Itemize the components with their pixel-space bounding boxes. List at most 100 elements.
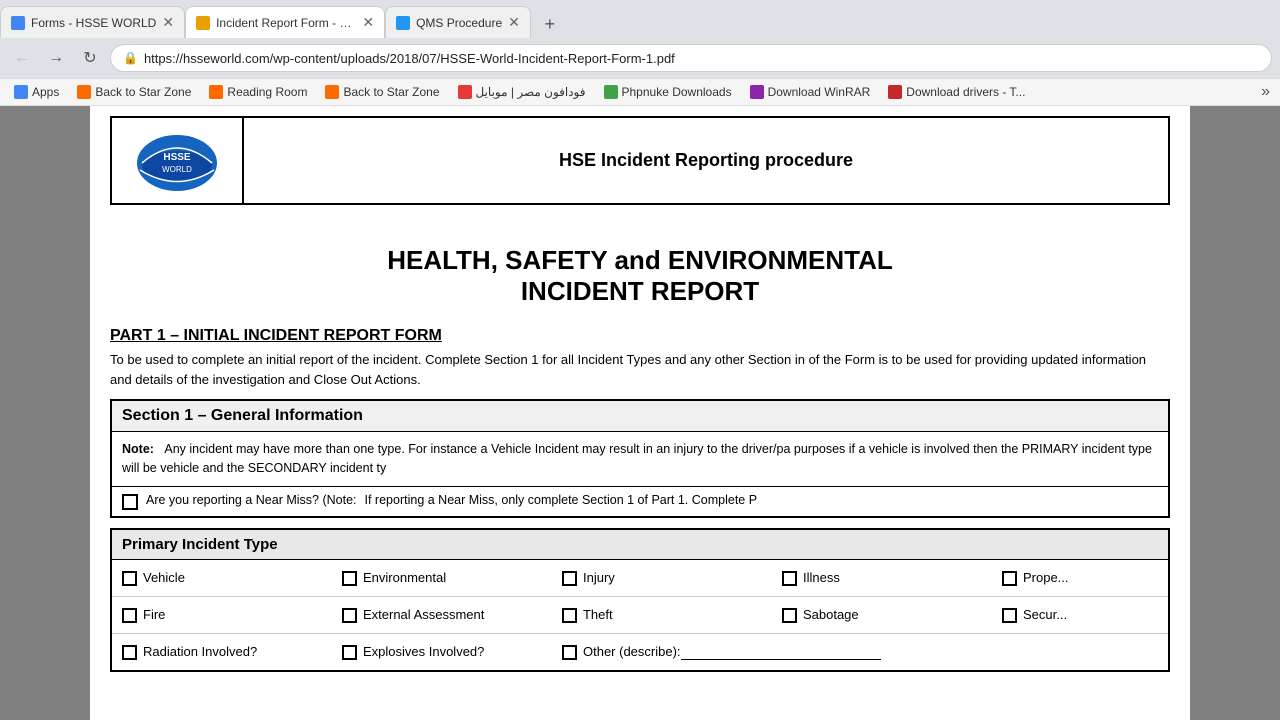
bookmark-favicon-winrar	[750, 85, 764, 99]
near-miss-row: Are you reporting a Near Miss? (Note: If…	[112, 486, 1168, 516]
vehicle-checkbox[interactable]	[122, 571, 137, 586]
tab-close-1[interactable]: ✕	[162, 14, 174, 31]
other-describe-field	[681, 644, 881, 660]
external-checkbox[interactable]	[342, 608, 357, 623]
back-button[interactable]: ←	[8, 44, 36, 72]
incident-cell-illness: Illness	[772, 566, 992, 590]
part1-label: PART 1	[110, 327, 166, 344]
pdf-header: HSSE WORLD HSE Incident Reporting proced…	[110, 116, 1170, 205]
prope-checkbox[interactable]	[1002, 571, 1017, 586]
svg-text:HSSE: HSSE	[163, 152, 191, 163]
bookmark-vodafone[interactable]: فودافون مصر | موبايل	[450, 81, 594, 103]
explosives-checkbox[interactable]	[342, 645, 357, 660]
bookmark-label-vodafone: فودافون مصر | موبايل	[476, 85, 586, 99]
tab-label-2: Incident Report Form - HSSE W...	[216, 16, 356, 30]
illness-checkbox[interactable]	[782, 571, 797, 586]
tab-bar: Forms - HSSE WORLD ✕ Incident Report For…	[0, 0, 1280, 38]
environmental-label: Environmental	[363, 570, 446, 585]
section1-content: Note: Any incident may have more than on…	[112, 432, 1168, 486]
explosives-label: Explosives Involved?	[363, 644, 484, 659]
pdf-logo: HSSE WORLD	[112, 118, 244, 203]
tab-favicon-3	[396, 16, 410, 30]
radiation-checkbox[interactable]	[122, 645, 137, 660]
incident-cell-secur: Secur...	[992, 603, 1168, 627]
incident-cell-radiation: Radiation Involved?	[112, 640, 332, 664]
theft-label: Theft	[583, 607, 613, 622]
incident-type-grid-2: Fire External Assessment Theft Sabotage	[112, 596, 1168, 633]
incident-type-box: Primary Incident Type Vehicle Environmen…	[110, 528, 1170, 672]
bookmark-label-reading: Reading Room	[227, 85, 307, 99]
url-bar[interactable]: 🔒 https://hsseworld.com/wp-content/uploa…	[110, 44, 1272, 72]
bookmarks-bar: Apps Back to Star Zone Reading Room Back…	[0, 78, 1280, 106]
forward-button[interactable]: →	[42, 44, 70, 72]
incident-cell-vehicle: Vehicle	[112, 566, 332, 590]
part1-heading: PART 1 – INITIAL INCIDENT REPORT FORM	[110, 327, 1170, 345]
tab-favicon-2	[196, 16, 210, 30]
bookmark-label-star2: Back to Star Zone	[343, 85, 439, 99]
section1-header: Section 1 – General Information	[112, 401, 1168, 432]
sabotage-checkbox[interactable]	[782, 608, 797, 623]
tab-close-3[interactable]: ✕	[508, 14, 520, 31]
bookmark-favicon-star2	[325, 85, 339, 99]
radiation-label: Radiation Involved?	[143, 644, 257, 659]
tab-label-1: Forms - HSSE WORLD	[31, 16, 156, 30]
bookmark-favicon-vodafone	[458, 85, 472, 99]
tab-incident[interactable]: Incident Report Form - HSSE W... ✕	[185, 6, 385, 38]
environmental-checkbox[interactable]	[342, 571, 357, 586]
fire-checkbox[interactable]	[122, 608, 137, 623]
bookmark-star1[interactable]: Back to Star Zone	[69, 81, 199, 103]
pdf-document: HSSE WORLD HSE Incident Reporting proced…	[90, 106, 1190, 720]
tab-label-3: QMS Procedure	[416, 16, 502, 30]
part1-description: To be used to complete an initial report…	[110, 350, 1170, 389]
incident-type-grid-3: Radiation Involved? Explosives Involved?…	[112, 633, 1168, 670]
theft-checkbox[interactable]	[562, 608, 577, 623]
other-checkbox[interactable]	[562, 645, 577, 660]
incident-cell-environmental: Environmental	[332, 566, 552, 590]
bookmark-label-star1: Back to Star Zone	[95, 85, 191, 99]
pdf-main-title: HEALTH, SAFETY and ENVIRONMENTAL INCIDEN…	[90, 215, 1190, 317]
near-miss-label: Are you reporting a Near Miss? (Note:	[146, 493, 357, 507]
pdf-body: PART 1 – INITIAL INCIDENT REPORT FORM To…	[90, 327, 1190, 672]
address-bar: ← → ↻ 🔒 https://hsseworld.com/wp-content…	[0, 38, 1280, 78]
tab-qms[interactable]: QMS Procedure ✕	[385, 6, 531, 38]
fire-label: Fire	[143, 607, 165, 622]
tab-forms[interactable]: Forms - HSSE WORLD ✕	[0, 6, 185, 38]
bookmarks-more-button[interactable]: »	[1257, 83, 1274, 101]
main-title-line1: HEALTH, SAFETY and ENVIRONMENTAL	[110, 245, 1170, 276]
secur-checkbox[interactable]	[1002, 608, 1017, 623]
note-label: Note:	[122, 442, 154, 456]
new-tab-button[interactable]: +	[535, 10, 565, 38]
bookmark-label-drivers: Download drivers - T...	[906, 85, 1025, 99]
bookmark-label-apps: Apps	[32, 85, 59, 99]
bookmark-apps[interactable]: Apps	[6, 81, 67, 103]
main-title-line2: INCIDENT REPORT	[110, 276, 1170, 307]
illness-label: Illness	[803, 570, 840, 585]
incident-type-header: Primary Incident Type	[112, 530, 1168, 560]
bookmark-winrar[interactable]: Download WinRAR	[742, 81, 879, 103]
prope-label: Prope...	[1023, 570, 1069, 585]
incident-cell-sabotage: Sabotage	[772, 603, 992, 627]
sabotage-label: Sabotage	[803, 607, 859, 622]
incident-cell-external: External Assessment	[332, 603, 552, 627]
incident-type-grid-1: Vehicle Environmental Injury Illness	[112, 560, 1168, 596]
other-label: Other (describe):	[583, 644, 881, 660]
bookmark-favicon-drivers	[888, 85, 902, 99]
near-miss-checkbox[interactable]	[122, 494, 138, 510]
section1-note: Note: Any incident may have more than on…	[122, 440, 1158, 478]
hsse-logo-image: HSSE WORLD	[132, 128, 222, 193]
bookmark-reading[interactable]: Reading Room	[201, 81, 315, 103]
bookmark-favicon-star1	[77, 85, 91, 99]
tab-close-2[interactable]: ✕	[362, 14, 374, 31]
external-label: External Assessment	[363, 607, 484, 622]
part1-rest: – INITIAL INCIDENT REPORT FORM	[166, 327, 442, 344]
bookmark-favicon-phpnuke	[604, 85, 618, 99]
injury-label: Injury	[583, 570, 615, 585]
pdf-header-title: HSE Incident Reporting procedure	[244, 140, 1168, 181]
bookmark-drivers[interactable]: Download drivers - T...	[880, 81, 1033, 103]
pdf-viewer: HSSE WORLD HSE Incident Reporting proced…	[0, 106, 1280, 720]
bookmark-star2[interactable]: Back to Star Zone	[317, 81, 447, 103]
injury-checkbox[interactable]	[562, 571, 577, 586]
bookmark-phpnuke[interactable]: Phpnuke Downloads	[596, 81, 740, 103]
reload-button[interactable]: ↻	[76, 44, 104, 72]
lock-icon: 🔒	[123, 51, 138, 65]
